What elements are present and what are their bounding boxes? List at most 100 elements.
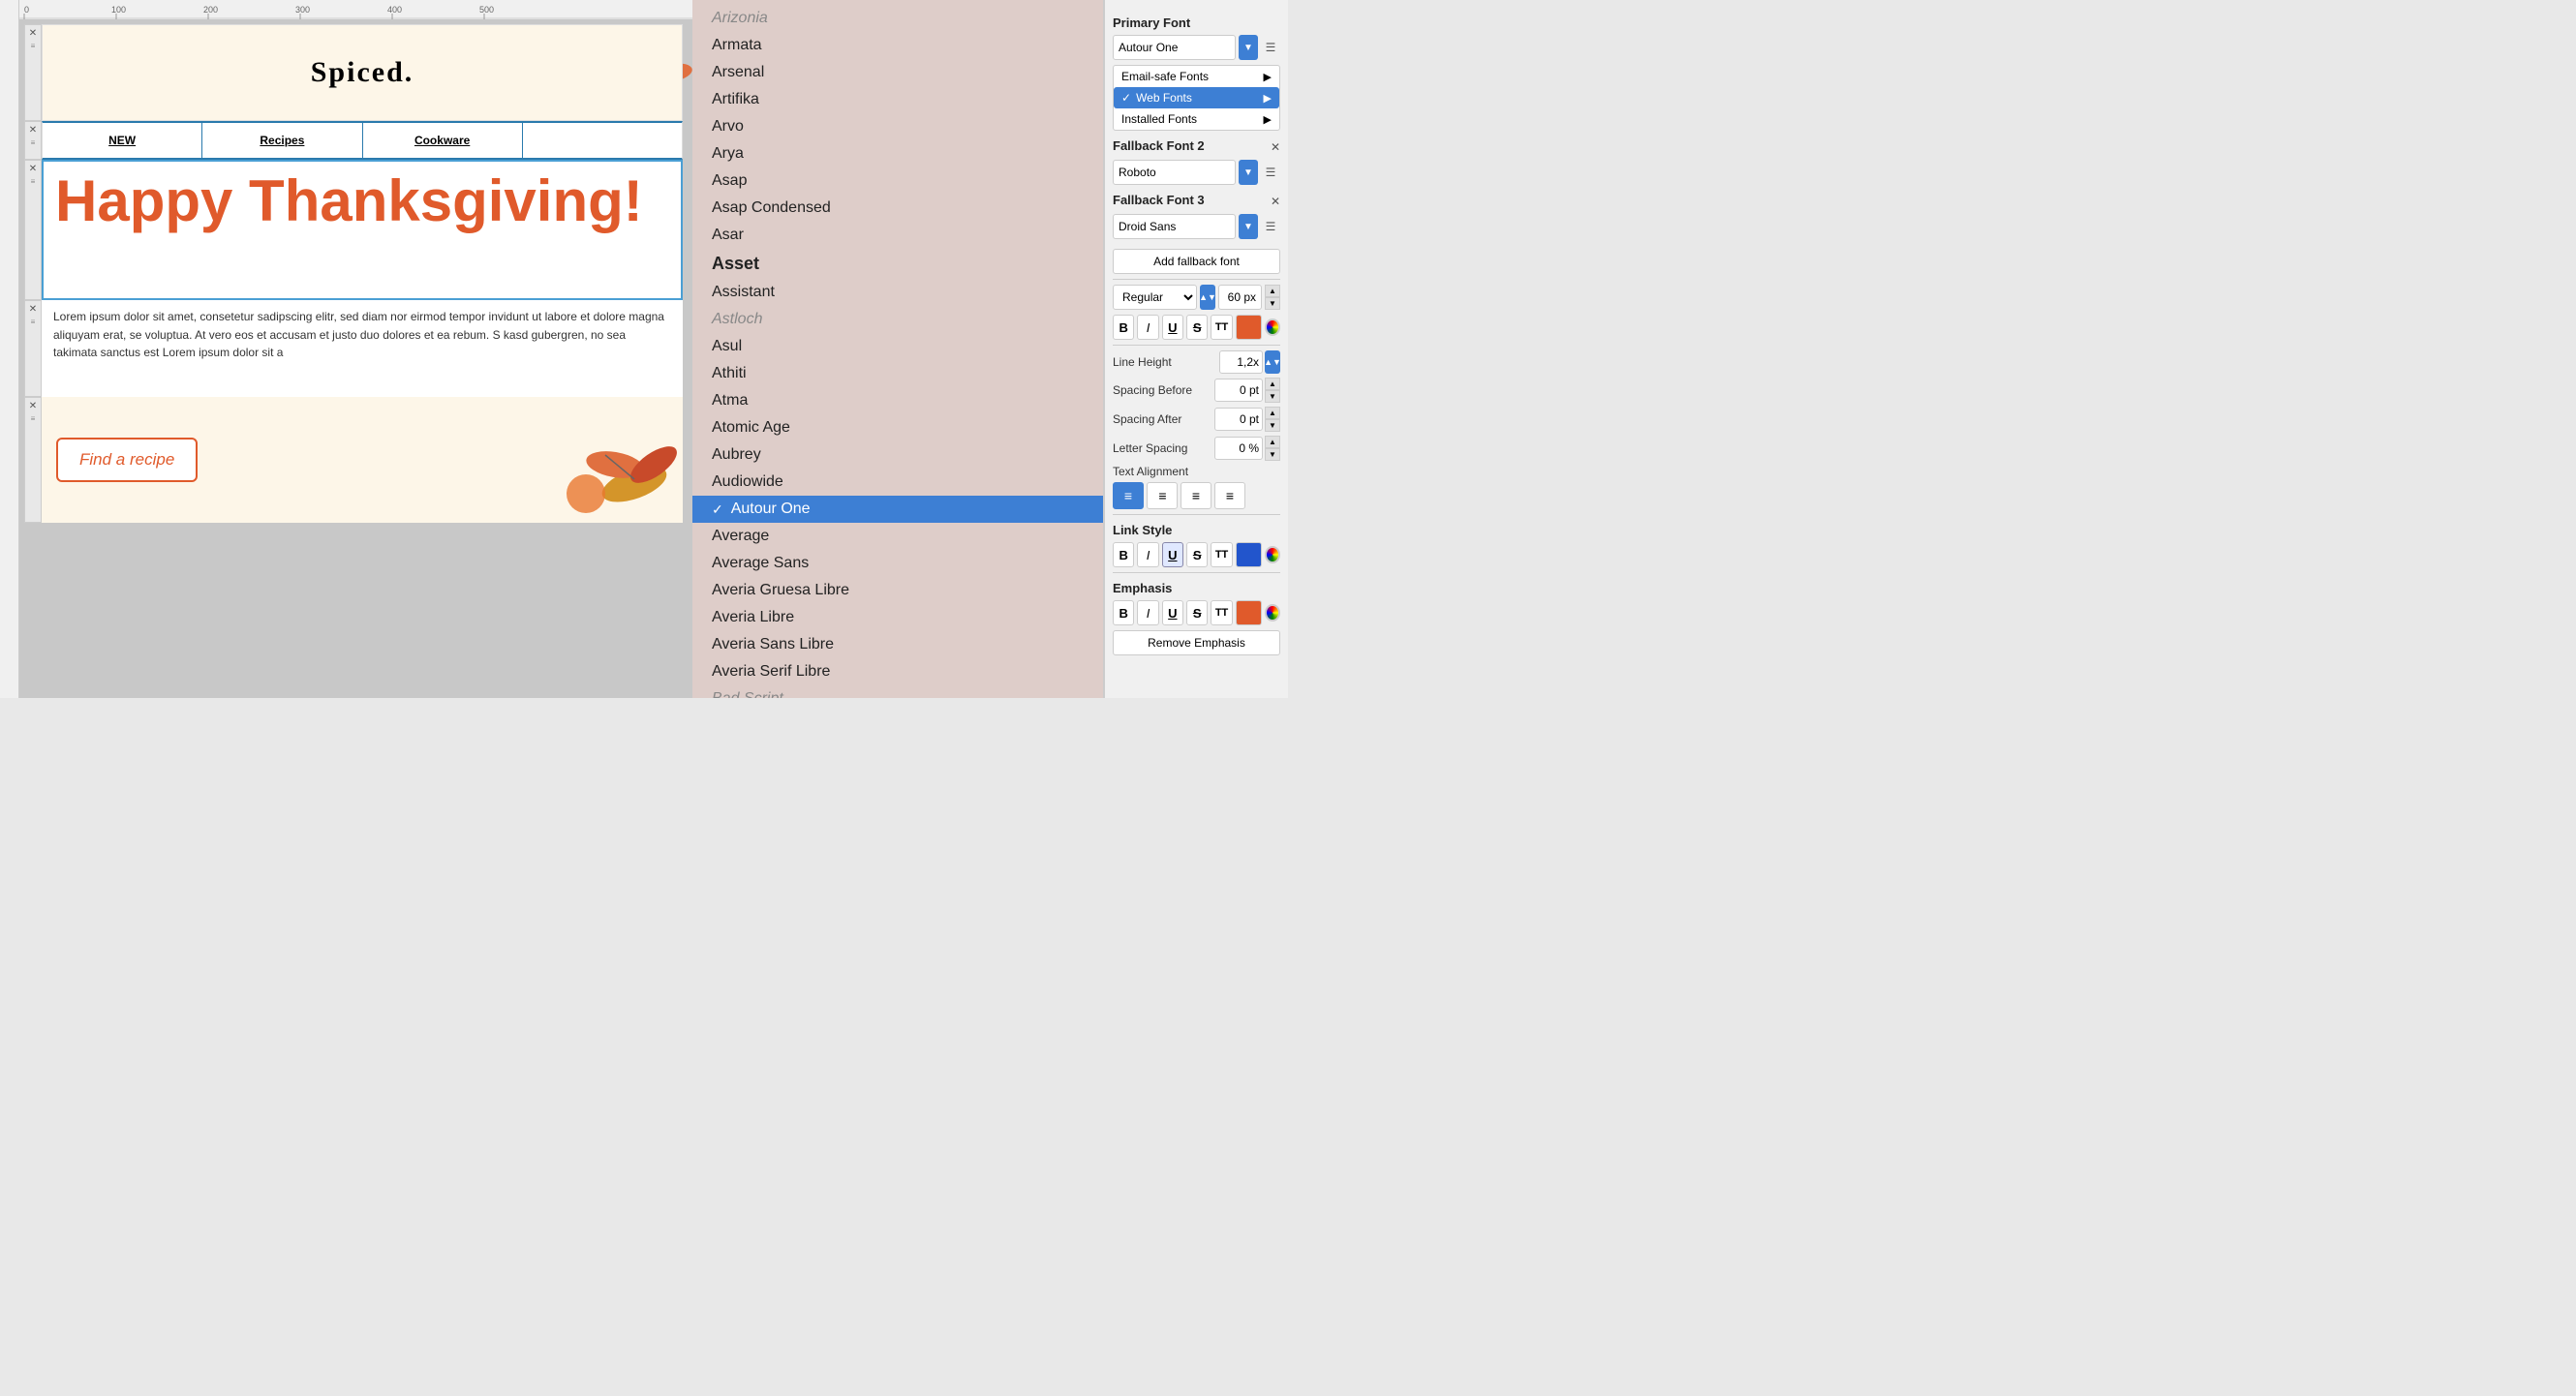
font-item-asset[interactable]: Asset xyxy=(692,249,1103,279)
font-style-select[interactable]: Regular xyxy=(1113,285,1197,310)
divider-2 xyxy=(1113,345,1280,346)
font-size-input[interactable] xyxy=(1218,285,1262,310)
font-item-averia-sans[interactable]: Averia Sans Libre xyxy=(692,631,1103,658)
nav-item-cookware[interactable]: Cookware xyxy=(363,123,523,158)
primary-font-settings-icon[interactable]: ☰ xyxy=(1261,35,1280,60)
font-item-average[interactable]: Average xyxy=(692,523,1103,550)
nav-close-icon[interactable]: ✕ xyxy=(29,125,37,136)
font-item-atomic-age[interactable]: Atomic Age xyxy=(692,414,1103,441)
font-item-arya[interactable]: Arya xyxy=(692,140,1103,167)
find-recipe-button[interactable]: Find a recipe xyxy=(56,438,198,482)
spacing-after-up[interactable]: ▲ xyxy=(1265,407,1280,419)
web-fonts-checkmark: ✓ xyxy=(1121,91,1131,105)
font-item-averia-gruesa[interactable]: Averia Gruesa Libre xyxy=(692,577,1103,604)
link-underline-button[interactable]: U xyxy=(1162,542,1183,567)
font-item-asap-condensed[interactable]: Asap Condensed xyxy=(692,195,1103,222)
bold-button[interactable]: B xyxy=(1113,315,1134,340)
fallback2-settings-icon[interactable]: ☰ xyxy=(1261,160,1280,185)
emphasis-italic-button[interactable]: I xyxy=(1137,600,1158,625)
font-size-up[interactable]: ▲ xyxy=(1265,285,1280,297)
link-color-circle[interactable] xyxy=(1265,546,1280,563)
font-item-asar[interactable]: Asar xyxy=(692,222,1103,249)
nav-item-recipes[interactable]: Recipes xyxy=(202,123,362,158)
emphasis-bold-button[interactable]: B xyxy=(1113,600,1134,625)
thanksgiving-close-icon[interactable]: ✕ xyxy=(29,164,37,174)
spacing-after-down[interactable]: ▼ xyxy=(1265,419,1280,432)
tt-button[interactable]: TT xyxy=(1211,315,1232,340)
fallback3-settings-icon[interactable]: ☰ xyxy=(1261,214,1280,239)
font-item-bad-script[interactable]: Bad Script xyxy=(692,685,1103,698)
fallback3-dropdown-arrow[interactable]: ▼ xyxy=(1239,214,1258,239)
fallback3-close-icon[interactable]: ✕ xyxy=(1271,195,1280,208)
lorem-handle-lines: ≡ xyxy=(31,318,36,326)
spacing-before-down[interactable]: ▼ xyxy=(1265,390,1280,403)
text-color-circle[interactable] xyxy=(1265,319,1280,336)
font-item-autour-one[interactable]: ✓ Autour One xyxy=(692,496,1103,523)
underline-button[interactable]: U xyxy=(1162,315,1183,340)
emphasis-tt-button[interactable]: TT xyxy=(1211,600,1232,625)
font-item-average-sans[interactable]: Average Sans xyxy=(692,550,1103,577)
submenu-email-safe[interactable]: Email-safe Fonts ▶ xyxy=(1114,66,1279,87)
font-item-artifika[interactable]: Artifika xyxy=(692,86,1103,113)
spacing-after-input[interactable] xyxy=(1214,408,1263,431)
nav-item-new[interactable]: NEW xyxy=(43,123,202,158)
link-strikethrough-button[interactable]: S xyxy=(1186,542,1208,567)
font-item-arvo[interactable]: Arvo xyxy=(692,113,1103,140)
font-size-down[interactable]: ▼ xyxy=(1265,297,1280,310)
line-height-input[interactable] xyxy=(1219,350,1263,374)
primary-font-dropdown-arrow[interactable]: ▼ xyxy=(1239,35,1258,60)
block-close-icon[interactable]: ✕ xyxy=(29,28,37,39)
font-item-armata[interactable]: Armata xyxy=(692,32,1103,59)
font-item-asap[interactable]: Asap xyxy=(692,167,1103,195)
font-item-assistant[interactable]: Assistant xyxy=(692,279,1103,306)
fallback2-dropdown[interactable]: Roboto xyxy=(1113,160,1236,185)
nav-item-extra[interactable] xyxy=(523,123,682,158)
fallback2-close-icon[interactable]: ✕ xyxy=(1271,140,1280,154)
add-fallback-button[interactable]: Add fallback font xyxy=(1113,249,1280,274)
recipe-close-icon[interactable]: ✕ xyxy=(29,401,37,411)
fallback2-label: Fallback Font 2 xyxy=(1113,138,1205,153)
font-item-asul[interactable]: Asul xyxy=(692,333,1103,360)
letter-spacing-down[interactable]: ▼ xyxy=(1265,448,1280,461)
font-item-arsenal[interactable]: Arsenal xyxy=(692,59,1103,86)
link-italic-button[interactable]: I xyxy=(1137,542,1158,567)
font-item-audiowide[interactable]: Audiowide xyxy=(692,469,1103,496)
submenu-web-fonts[interactable]: ✓ Web Fonts ▶ xyxy=(1114,87,1279,108)
link-bold-button[interactable]: B xyxy=(1113,542,1134,567)
font-item-astloch[interactable]: Astloch xyxy=(692,306,1103,333)
emphasis-strikethrough-button[interactable]: S xyxy=(1186,600,1208,625)
emphasis-color-swatch[interactable] xyxy=(1236,600,1262,625)
font-style-dropdown-arrow[interactable]: ▲▼ xyxy=(1200,285,1215,310)
fallback2-dropdown-arrow[interactable]: ▼ xyxy=(1239,160,1258,185)
spacing-before-input[interactable] xyxy=(1214,379,1263,402)
emphasis-color-circle[interactable] xyxy=(1265,604,1280,622)
font-item-aubrey[interactable]: Aubrey xyxy=(692,441,1103,469)
lorem-close-icon[interactable]: ✕ xyxy=(29,304,37,315)
fallback3-dropdown[interactable]: Droid Sans xyxy=(1113,214,1236,239)
font-item-averia-libre[interactable]: Averia Libre xyxy=(692,604,1103,631)
emphasis-underline-button[interactable]: U xyxy=(1162,600,1183,625)
align-left-button[interactable]: ≡ xyxy=(1113,482,1144,509)
font-item-atma[interactable]: Atma xyxy=(692,387,1103,414)
submenu-installed-fonts[interactable]: Installed Fonts ▶ xyxy=(1114,108,1279,130)
fallback3-row: Droid Sans ▼ ☰ xyxy=(1113,214,1280,239)
align-justify-button[interactable]: ≡ xyxy=(1214,482,1245,509)
primary-font-dropdown[interactable]: Autour One xyxy=(1113,35,1236,60)
spacing-before-up[interactable]: ▲ xyxy=(1265,378,1280,390)
remove-emphasis-button[interactable]: Remove Emphasis xyxy=(1113,630,1280,655)
text-color-swatch[interactable] xyxy=(1236,315,1262,340)
strikethrough-button[interactable]: S xyxy=(1186,315,1208,340)
link-color-swatch[interactable] xyxy=(1236,542,1262,567)
align-center-button[interactable]: ≡ xyxy=(1147,482,1178,509)
link-tt-button[interactable]: TT xyxy=(1211,542,1232,567)
site-title: Spiced. xyxy=(311,56,414,89)
font-item-averia-serif[interactable]: Averia Serif Libre xyxy=(692,658,1103,685)
svg-text:400: 400 xyxy=(387,5,402,15)
font-item-athiti[interactable]: Athiti xyxy=(692,360,1103,387)
font-item-arizonia[interactable]: Arizonia xyxy=(692,5,1103,32)
align-right-button[interactable]: ≡ xyxy=(1181,482,1211,509)
letter-spacing-up[interactable]: ▲ xyxy=(1265,436,1280,448)
italic-button[interactable]: I xyxy=(1137,315,1158,340)
line-height-arrow[interactable]: ▲▼ xyxy=(1265,350,1280,374)
letter-spacing-input[interactable] xyxy=(1214,437,1263,460)
